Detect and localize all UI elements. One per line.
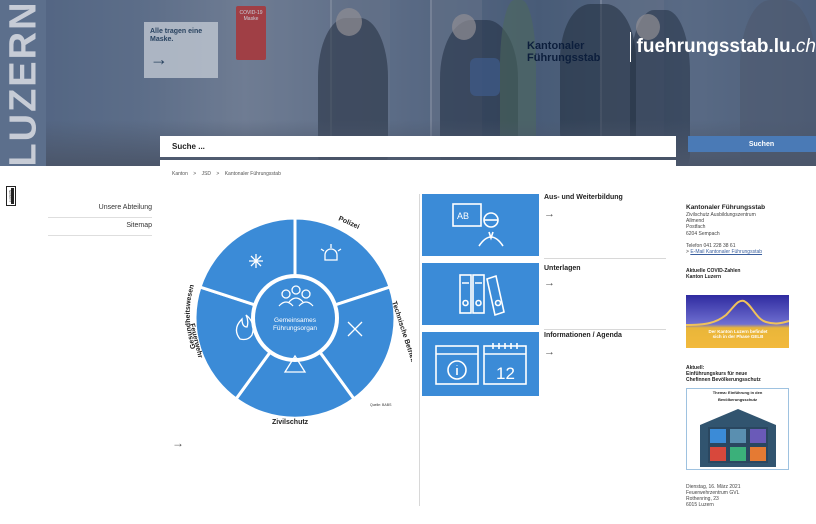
- covid-heading: Kanton Luzern: [686, 274, 721, 281]
- covid-banner-line: sich in der Phase GELB: [712, 334, 764, 339]
- card-unterlagen[interactable]: Unterlagen →: [422, 263, 666, 330]
- organisation-wheel[interactable]: Gemeinsames Führungsorgan Gesundheitswes…: [178, 204, 418, 426]
- course-image-caption: Bevölkerungsschutz: [717, 396, 758, 402]
- card-tile[interactable]: [422, 263, 539, 325]
- card-title[interactable]: Aus- und Weiterbildung: [544, 194, 623, 201]
- wheel-graphic: Gemeinsames Führungsorgan Gesundheitswes…: [185, 215, 418, 426]
- search-button[interactable]: Suchen: [688, 136, 816, 152]
- breadcrumb-separator: >: [216, 171, 220, 177]
- wheel-center-label: Führungsorgan: [273, 325, 317, 332]
- search-input[interactable]: [160, 136, 526, 156]
- card-aus-weiterbildung[interactable]: AB Aus- und Weiterbildung →: [422, 194, 666, 260]
- brand-name: Kantonaler Führungsstab: [527, 40, 601, 64]
- card-informationen-agenda[interactable]: 12 Informationen / Agenda →: [422, 332, 666, 398]
- arrow-right-icon[interactable]: →: [544, 208, 555, 220]
- arrow-right-icon[interactable]: →: [544, 346, 555, 358]
- covid-status-banner[interactable]: Der Kanton Luzern befindet sich in der P…: [686, 295, 789, 348]
- breadcrumb-item-current: Kantonaler Führungsstab: [224, 171, 281, 177]
- brand-separator: [629, 32, 631, 62]
- site-name-tld: ch: [795, 36, 816, 57]
- search-bar: Suchen: [160, 136, 816, 157]
- canton-word: LUZERN: [2, 0, 45, 166]
- wheel-source-note: Quelle: BABS: [370, 403, 392, 407]
- site-name-main: fuehrungsstab.lu.: [636, 36, 796, 57]
- breadcrumb: Kanton > JSD > Kantonaler Führungsstab: [172, 171, 285, 177]
- breadcrumb-item-jsd[interactable]: JSD: [202, 171, 211, 177]
- main-content: Kanton > JSD > Kantonaler Führungsstab G…: [160, 160, 676, 524]
- card-title[interactable]: Unterlagen: [544, 265, 581, 272]
- card-title[interactable]: Informationen / Agenda: [544, 332, 622, 339]
- event-block: Dienstag, 16. März 2021 Feuerwehrzentrum…: [686, 484, 796, 508]
- news-block: Aktuell: Einführungskurs für neue Chefin…: [686, 365, 796, 383]
- civil-protection-house-graphic: [700, 409, 776, 467]
- nav-item-unsere-abteilung[interactable]: Unsere Abteilung: [48, 200, 152, 218]
- logo-text: LUZERN: [8, 190, 12, 203]
- event-place-line: 6015 Luzern: [686, 502, 714, 508]
- contact-sidebar: Kantonaler Führungsstab Zivilschutz Ausb…: [686, 204, 796, 281]
- breadcrumb-separator: >: [193, 171, 197, 177]
- covid-banner-text: Der Kanton Luzern befindet sich in der P…: [690, 329, 786, 339]
- medical-star-icon: [249, 254, 263, 268]
- wheel-center-label: Gemeinsames: [274, 317, 317, 324]
- contact-mail-link[interactable]: E-Mail Kantonaler Führungsstab: [690, 249, 762, 255]
- column-divider: [419, 194, 420, 506]
- arrow-right-icon[interactable]: →: [544, 277, 555, 289]
- teacher-board-icon: AB: [451, 203, 504, 247]
- canton-wordmark: LUZERN: [2, 0, 46, 166]
- card-divider: [544, 258, 666, 259]
- binders-icon: [458, 274, 505, 317]
- svg-text:AB: AB: [457, 211, 469, 221]
- wheel-more-arrow[interactable]: →: [172, 436, 184, 450]
- side-navigation: Unsere Abteilung Sitemap: [48, 200, 152, 236]
- card-tile[interactable]: 12: [422, 332, 539, 396]
- site-brand[interactable]: Kantonaler Führungsstab fuehrungsstab.lu…: [527, 30, 816, 64]
- nav-item-sitemap[interactable]: Sitemap: [48, 218, 152, 236]
- card-divider: [544, 329, 666, 330]
- contact-heading: Kantonaler Führungsstab: [686, 204, 766, 211]
- calendar-day: 12: [496, 364, 515, 383]
- covid-curve-graphic: [686, 299, 789, 326]
- info-calendar-icon: 12: [434, 343, 527, 385]
- wheel-label-zivilschutz: Zivilschutz: [272, 419, 309, 426]
- card-tile[interactable]: AB: [422, 194, 539, 256]
- news-title[interactable]: Chefinnen Bevölkerungsschutz: [686, 377, 796, 383]
- course-image[interactable]: Thema: Einführung in den Bevölkerungssch…: [686, 388, 789, 470]
- breadcrumb-item-kanton[interactable]: Kanton: [172, 171, 188, 177]
- site-name: fuehrungsstab.lu.ch: [637, 36, 816, 58]
- canton-logo[interactable]: LUZERN: [6, 186, 16, 206]
